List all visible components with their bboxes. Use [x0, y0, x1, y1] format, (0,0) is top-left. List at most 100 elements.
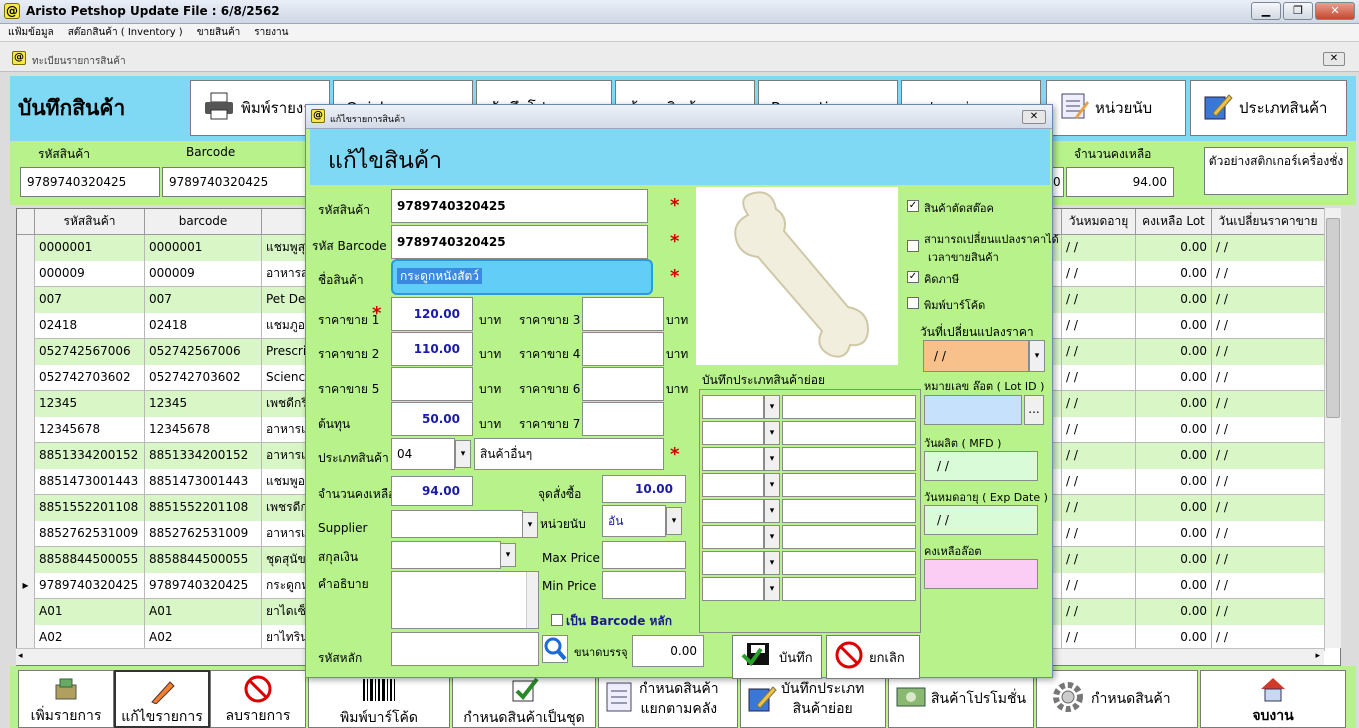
- lot-browse-button[interactable]: ...: [1024, 395, 1044, 425]
- supplier-field[interactable]: [391, 510, 523, 538]
- unit-dropdown-button[interactable]: ▾: [666, 507, 682, 535]
- subtype-code-cell[interactable]: [702, 499, 764, 523]
- unit-field[interactable]: อัน: [602, 505, 666, 537]
- subtype-code-cell[interactable]: [702, 473, 764, 497]
- col-exp[interactable]: วันหมดอายุ: [1062, 209, 1136, 235]
- menu-report[interactable]: รายงาน: [254, 24, 288, 41]
- price6-field[interactable]: [582, 367, 664, 401]
- subtype-code-cell[interactable]: [702, 577, 764, 601]
- search-icon[interactable]: [542, 635, 568, 663]
- subtype-dropdown-button[interactable]: ▾: [764, 395, 780, 419]
- pack-size-field[interactable]: 0.00: [632, 635, 704, 667]
- currency-field[interactable]: [391, 541, 501, 569]
- cost-field[interactable]: 50.00: [391, 402, 473, 436]
- subtype-code-cell[interactable]: [702, 421, 764, 445]
- subtype-name-cell[interactable]: [782, 551, 916, 575]
- lot-field[interactable]: [924, 395, 1022, 425]
- vat-checkbox[interactable]: ✓: [907, 271, 919, 283]
- close-button[interactable]: ✕: [1315, 2, 1355, 20]
- subtype-name-cell[interactable]: [782, 525, 916, 549]
- menu-file[interactable]: แฟ้มข้อมูล: [8, 24, 54, 41]
- price2-field[interactable]: 110.00: [391, 332, 473, 366]
- main-barcode-checkbox[interactable]: [551, 614, 563, 626]
- main-code-field[interactable]: [391, 632, 539, 666]
- product-type-button[interactable]: ประเภทสินค้า: [1190, 80, 1347, 136]
- price5-field[interactable]: [391, 367, 473, 401]
- type-dropdown-button[interactable]: ▾: [455, 440, 471, 468]
- mfd-field[interactable]: / /: [924, 451, 1038, 481]
- date-dropdown-button[interactable]: ▾: [1029, 340, 1045, 372]
- lot-remain-field[interactable]: [924, 559, 1038, 589]
- currency-dropdown-button[interactable]: ▾: [500, 543, 516, 567]
- subtype-dropdown-button[interactable]: ▾: [764, 551, 780, 575]
- subtype-dropdown-button[interactable]: ▾: [764, 473, 780, 497]
- subtype-dropdown-button[interactable]: ▾: [764, 577, 780, 601]
- description-field[interactable]: [391, 571, 539, 629]
- save-button[interactable]: บันทึก: [732, 635, 822, 679]
- menu-sales[interactable]: ขายสินค้า: [197, 24, 241, 41]
- exit-button[interactable]: จบงาน: [1200, 670, 1346, 728]
- subtype-row[interactable]: ▾: [702, 421, 918, 445]
- col-lot[interactable]: คงเหลือ Lot: [1136, 209, 1212, 235]
- maximize-button[interactable]: ❐: [1283, 2, 1313, 20]
- delete-item-button[interactable]: ลบรายการ: [210, 670, 306, 728]
- min-price-field[interactable]: [602, 571, 686, 599]
- dialog-close-button[interactable]: ✕: [1022, 110, 1046, 124]
- subtype-row[interactable]: ▾: [702, 499, 918, 523]
- subtype-name-cell[interactable]: [782, 473, 916, 497]
- subtype-row[interactable]: ▾: [702, 551, 918, 575]
- barcode-field[interactable]: 9789740320425: [162, 167, 307, 197]
- product-name-field[interactable]: กระดูกหนังสัตว์: [391, 259, 653, 295]
- subtype-name-cell[interactable]: [782, 447, 916, 471]
- subtype-name-cell[interactable]: [782, 577, 916, 601]
- price4-field[interactable]: [582, 332, 664, 366]
- col-barcode[interactable]: barcode: [145, 209, 262, 235]
- subtype-row[interactable]: ▾: [702, 395, 918, 419]
- set-group-button[interactable]: กำหนดสินค้าเป็นชุด: [452, 670, 596, 728]
- subtype-dropdown-button[interactable]: ▾: [764, 499, 780, 523]
- subtype-code-cell[interactable]: [702, 551, 764, 575]
- minimize-button[interactable]: ▁: [1251, 2, 1281, 20]
- cancel-button[interactable]: ยกเลิก: [826, 635, 920, 679]
- price7-field[interactable]: [582, 402, 664, 436]
- code-field[interactable]: 9789740320425: [20, 167, 160, 197]
- cut-stock-checkbox[interactable]: ✓: [907, 200, 919, 212]
- change-price-checkbox[interactable]: [907, 240, 919, 252]
- subtype-name-cell[interactable]: [782, 499, 916, 523]
- subtype-dropdown-button[interactable]: ▾: [764, 447, 780, 471]
- subtype-row[interactable]: ▾: [702, 577, 918, 601]
- col-code[interactable]: รหัสสินค้า: [35, 209, 145, 235]
- subtype-code-cell[interactable]: [702, 447, 764, 471]
- sticker-preview-button[interactable]: ตัวอย่างสติกเกอร์เครื่องชั่ง: [1204, 147, 1348, 195]
- barcode-field[interactable]: 9789740320425: [391, 225, 648, 259]
- subtype-row[interactable]: ▾: [702, 473, 918, 497]
- type-code-field[interactable]: 04: [391, 438, 455, 470]
- price1-field[interactable]: 120.00: [391, 297, 473, 331]
- subtype-row[interactable]: ▾: [702, 525, 918, 549]
- subtype-code-cell[interactable]: [702, 395, 764, 419]
- stock-field[interactable]: 94.00: [1066, 167, 1174, 197]
- unit-button[interactable]: หน่วยนับ: [1046, 80, 1186, 136]
- subtype-name-cell[interactable]: [782, 395, 916, 419]
- print-barcode-checkbox[interactable]: [907, 297, 919, 309]
- exp-field[interactable]: / /: [924, 505, 1038, 535]
- price3-field[interactable]: [582, 297, 664, 331]
- table-vertical-scrollbar[interactable]: [1324, 208, 1341, 648]
- subtype-dropdown-button[interactable]: ▾: [764, 421, 780, 445]
- reorder-field[interactable]: 10.00: [602, 475, 686, 503]
- type-name-field[interactable]: สินค้าอื่นๆ: [474, 438, 664, 470]
- add-item-button[interactable]: เพิ่มรายการ: [18, 670, 114, 728]
- mdi-close-button[interactable]: ✕: [1323, 52, 1345, 66]
- menu-inventory[interactable]: สต๊อกสินค้า ( Inventory ): [68, 24, 183, 41]
- subtype-name-cell[interactable]: [782, 421, 916, 445]
- edit-item-button[interactable]: แก้ไขรายการ: [114, 670, 210, 728]
- split-warehouse-button[interactable]: กำหนดสินค้า แยกตามคลัง: [598, 670, 738, 728]
- max-price-field[interactable]: [602, 541, 686, 569]
- product-settings-button[interactable]: กำหนดสินค้า: [1036, 670, 1198, 728]
- col-price-change[interactable]: วันเปลี่ยนราคาขาย: [1212, 209, 1325, 235]
- subtype-row[interactable]: ▾: [702, 447, 918, 471]
- product-code-field[interactable]: 9789740320425: [391, 189, 648, 223]
- supplier-dropdown-button[interactable]: ▾: [522, 512, 538, 538]
- subtype-code-cell[interactable]: [702, 525, 764, 549]
- print-barcode-button[interactable]: พิมพ์บาร์โค้ด: [308, 670, 450, 728]
